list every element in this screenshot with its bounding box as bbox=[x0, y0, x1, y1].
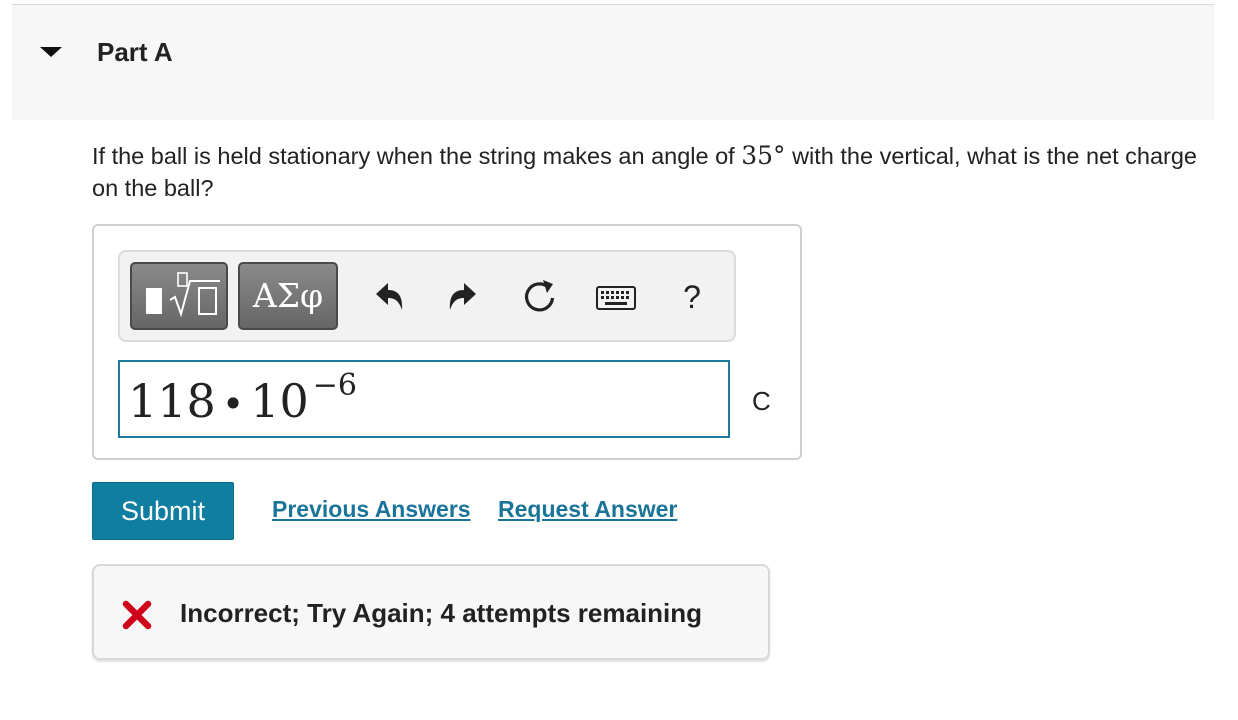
answer-exponent: −6 bbox=[312, 368, 358, 403]
redo-button[interactable] bbox=[442, 270, 486, 322]
answer-input[interactable]: 118 • 10 −6 bbox=[118, 360, 730, 438]
symbols-button[interactable]: ΑΣφ bbox=[238, 262, 338, 330]
answer-base: 10 bbox=[250, 374, 309, 428]
submit-button[interactable]: Submit bbox=[92, 482, 234, 540]
collapse-caret-icon[interactable] bbox=[40, 47, 62, 57]
feedback-text: Incorrect; Try Again; 4 attempts remaini… bbox=[180, 598, 703, 628]
reset-icon bbox=[524, 280, 555, 312]
part-title: Part A bbox=[97, 37, 173, 67]
question-text: If the ball is held stationary when the … bbox=[92, 140, 1202, 204]
reset-button[interactable] bbox=[518, 270, 562, 322]
feedback-panel: Incorrect; Try Again; 4 attempts remaini… bbox=[92, 564, 770, 660]
undo-icon bbox=[376, 283, 403, 310]
templates-button[interactable] bbox=[130, 262, 228, 330]
part-header[interactable]: Part A bbox=[12, 5, 1214, 120]
undo-button[interactable] bbox=[366, 270, 410, 322]
answer-operator: • bbox=[221, 382, 245, 426]
redo-icon bbox=[449, 283, 476, 310]
keyboard-button[interactable] bbox=[593, 270, 641, 322]
request-answer-link[interactable]: Request Answer bbox=[498, 496, 677, 523]
question-text-before: If the ball is held stationary when the … bbox=[92, 143, 742, 169]
math-toolbar: ΑΣφ ? bbox=[118, 250, 736, 342]
answer-unit: C bbox=[752, 386, 771, 416]
answer-mantissa: 118 bbox=[128, 374, 216, 428]
question-angle: 35° bbox=[741, 141, 786, 170]
answer-value: 118 • 10 −6 bbox=[128, 368, 357, 428]
keyboard-icon bbox=[596, 286, 636, 310]
templates-radical-icon bbox=[146, 272, 220, 318]
symbols-label: ΑΣφ bbox=[252, 276, 324, 315]
previous-answers-link[interactable]: Previous Answers bbox=[272, 496, 471, 523]
help-button[interactable]: ? bbox=[672, 270, 712, 322]
answer-box: ΑΣφ ? 118 • 10 −6 C bbox=[92, 224, 802, 460]
x-mark-icon bbox=[122, 600, 152, 630]
